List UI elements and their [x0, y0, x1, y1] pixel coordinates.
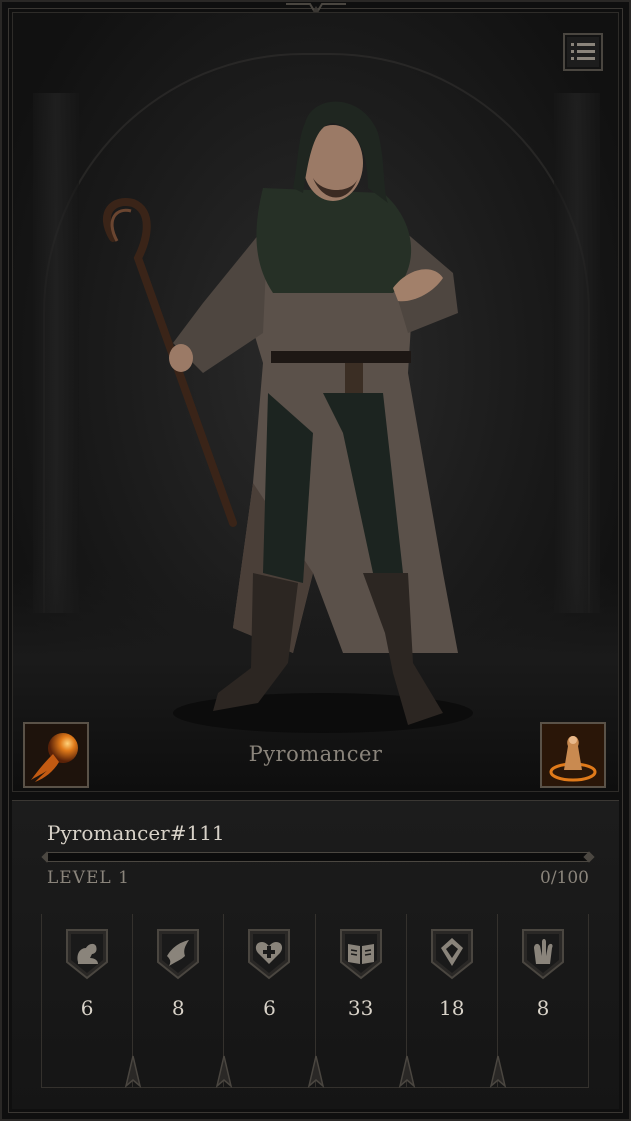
player-name: Pyromancer#111 [47, 821, 225, 845]
level-number: 1 [118, 868, 130, 888]
agility-icon [157, 929, 200, 980]
stats-row: 6 8 6 33 18 8 [41, 914, 590, 1088]
character-showcase [12, 12, 619, 792]
stat-strength[interactable]: 6 [41, 914, 133, 1088]
summon-icon [542, 724, 604, 786]
stat-value: 8 [536, 996, 550, 1020]
stat-knowledge[interactable]: 33 [307, 914, 406, 1088]
stat-value: 33 [347, 996, 374, 1020]
divider-ornament [307, 1055, 324, 1088]
stat-vitality[interactable]: 6 [216, 914, 315, 1088]
stat-value: 6 [80, 996, 94, 1020]
character-model[interactable] [13, 13, 619, 792]
knowledge-icon [339, 929, 382, 980]
vitality-icon [248, 929, 291, 980]
xp-bar [47, 852, 589, 862]
xp-text: 0/100 [540, 868, 589, 888]
skill-slot-right[interactable] [540, 722, 606, 788]
fireball-icon [25, 724, 87, 786]
level-word: LEVEL [47, 868, 112, 888]
resourcefulness-icon [521, 929, 564, 980]
stat-resourcefulness[interactable]: 8 [489, 914, 590, 1088]
divider-ornament [489, 1055, 507, 1088]
stat-will[interactable]: 18 [398, 914, 497, 1088]
class-name-label: Pyromancer [248, 742, 383, 766]
level-label: LEVEL 1 [47, 868, 130, 888]
divider-ornament [216, 1055, 233, 1088]
strength-icon [66, 929, 109, 980]
stat-value: 6 [263, 996, 276, 1020]
divider-ornament [398, 1055, 415, 1088]
menu-button[interactable] [563, 33, 603, 71]
info-panel: Pyromancer#111 LEVEL 1 0/100 6 8 6 33 18 8 [12, 800, 619, 1109]
list-menu-icon [571, 43, 595, 60]
skill-slot-left[interactable] [23, 722, 89, 788]
stat-value: 8 [171, 996, 185, 1020]
stat-agility[interactable]: 8 [124, 914, 224, 1088]
stat-value: 18 [439, 996, 465, 1020]
will-icon [430, 929, 473, 980]
divider-ornament [124, 1055, 142, 1088]
